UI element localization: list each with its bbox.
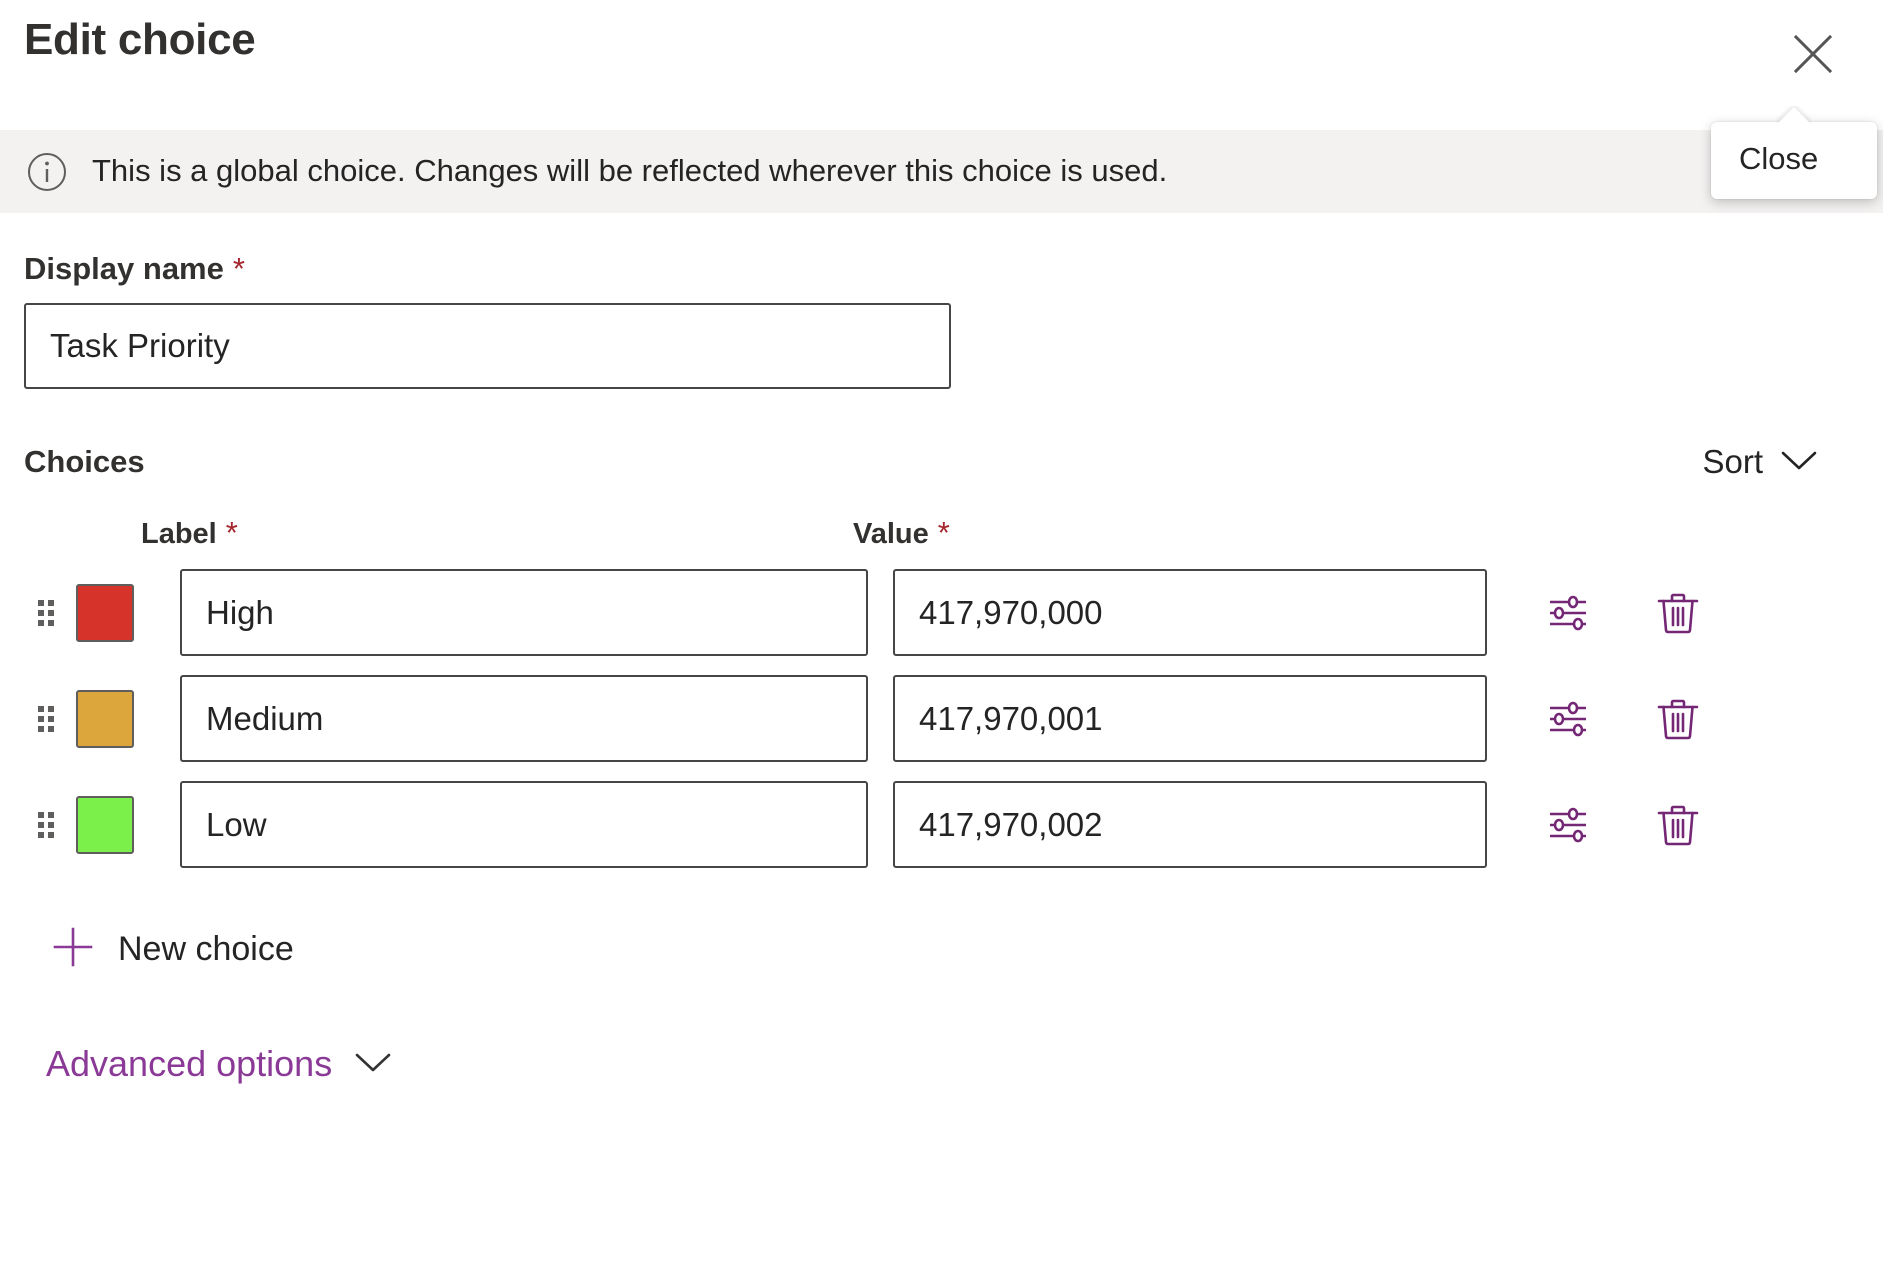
global-choice-info-banner: This is a global choice. Changes will be… [0, 130, 1883, 213]
sort-button[interactable]: Sort [1688, 437, 1829, 487]
choice-label-input[interactable] [180, 569, 868, 656]
info-banner-text: This is a global choice. Changes will be… [92, 152, 1167, 191]
tooltip-label: Close [1739, 140, 1849, 177]
choice-row [24, 781, 1859, 868]
trash-icon[interactable] [1647, 688, 1709, 750]
column-header-value-text: Value [853, 518, 929, 551]
page-title: Edit choice [24, 16, 255, 64]
tooltip-beak [1776, 106, 1812, 124]
column-header-label: Label * [141, 515, 238, 551]
choice-label-input[interactable] [180, 675, 868, 762]
choices-header: Choices Sort [24, 437, 1859, 487]
close-button[interactable] [1781, 22, 1845, 86]
new-choice-label: New choice [118, 930, 294, 969]
choice-value-input[interactable] [893, 781, 1487, 868]
choice-row [24, 675, 1859, 762]
choice-label-input[interactable] [180, 781, 868, 868]
color-swatch[interactable] [76, 690, 134, 748]
choices-list [24, 569, 1859, 868]
display-name-label: Display name * [24, 251, 1859, 287]
info-icon [24, 149, 70, 195]
column-header-value: Value * [853, 515, 950, 551]
trash-icon[interactable] [1647, 794, 1709, 856]
close-tooltip: Close [1711, 122, 1877, 199]
trash-icon[interactable] [1647, 582, 1709, 644]
drag-handle-icon[interactable] [24, 586, 68, 640]
choice-value-input[interactable] [893, 675, 1487, 762]
plus-icon [50, 924, 96, 975]
sliders-icon[interactable] [1537, 582, 1599, 644]
chevron-down-icon [352, 1049, 394, 1080]
drag-handle-icon[interactable] [24, 798, 68, 852]
color-swatch[interactable] [76, 796, 134, 854]
sort-label: Sort [1702, 443, 1763, 481]
display-name-label-text: Display name [24, 251, 224, 287]
display-name-input[interactable] [24, 303, 951, 389]
advanced-options-label: Advanced options [46, 1043, 332, 1085]
choice-value-input[interactable] [893, 569, 1487, 656]
panel-header: Edit choice Close [0, 0, 1883, 130]
required-asterisk: * [226, 515, 238, 551]
drag-handle-icon[interactable] [24, 692, 68, 746]
color-swatch[interactable] [76, 584, 134, 642]
sliders-icon[interactable] [1537, 688, 1599, 750]
panel-body: Display name * Choices Sort Label * Valu… [0, 251, 1883, 1085]
column-header-label-text: Label [141, 518, 217, 551]
choices-title: Choices [24, 444, 145, 480]
chevron-down-icon [1779, 447, 1819, 478]
required-asterisk: * [233, 251, 245, 287]
required-asterisk: * [938, 515, 950, 551]
close-icon [1788, 29, 1838, 79]
choices-column-headers: Label * Value * [24, 515, 1859, 569]
new-choice-button[interactable]: New choice [46, 916, 306, 983]
advanced-options-toggle[interactable]: Advanced options [46, 1043, 394, 1085]
sliders-icon[interactable] [1537, 794, 1599, 856]
choice-row [24, 569, 1859, 656]
